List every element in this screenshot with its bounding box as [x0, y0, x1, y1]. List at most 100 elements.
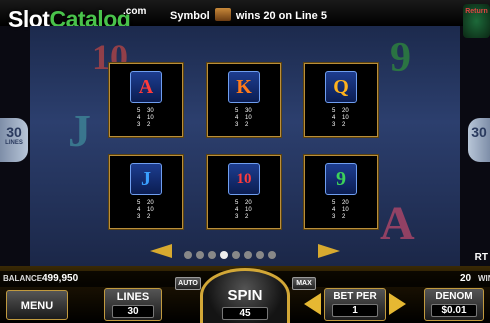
payout-count: 5 — [235, 200, 239, 206]
paytable-payouts: 5 20 4 10 3 2 — [332, 108, 352, 129]
page-dot[interactable] — [256, 251, 264, 259]
payout-row: 32 — [332, 122, 352, 129]
payout-amount: 20 — [342, 200, 349, 206]
max-button[interactable]: MAX — [292, 277, 316, 290]
paytable-panel: J 5 20 4 10 3 2 — [109, 155, 183, 229]
paytable-symbol-icon: J — [130, 163, 162, 195]
bet-increase-arrow-icon[interactable] — [389, 293, 406, 315]
payout-amount: 30 — [147, 108, 154, 114]
payout-amount: 2 — [245, 214, 249, 220]
payout-amount: 10 — [245, 115, 252, 121]
payout-amount: 20 — [147, 200, 154, 206]
balance-label: BALANCE — [3, 274, 43, 283]
payout-amount: 10 — [342, 207, 349, 213]
page-dot[interactable] — [268, 251, 276, 259]
payout-count: 4 — [235, 115, 239, 121]
lines-indicator-right: 30 — [468, 118, 490, 162]
bg-symbol-a: A — [380, 197, 415, 250]
logo-suffix: .com — [123, 6, 147, 17]
page-dot[interactable] — [184, 251, 192, 259]
bet-per-value: 1 — [332, 304, 378, 317]
payout-count: 5 — [332, 108, 336, 114]
paytable-panel: Q 5 20 4 10 3 2 — [304, 63, 378, 137]
lines-value: 30 — [112, 305, 154, 318]
payout-row: 32 — [235, 214, 255, 221]
side-right-value: 30 — [471, 124, 487, 140]
payout-amount: 2 — [342, 122, 346, 128]
bet-per-button[interactable]: BET PER 1 — [324, 288, 386, 321]
payout-row: 5 30 — [235, 108, 255, 115]
lines-button[interactable]: LINES 30 — [104, 288, 162, 321]
bet-decrease-arrow-icon[interactable] — [304, 293, 321, 315]
denom-label: DENOM — [435, 291, 473, 302]
payout-count: 5 — [235, 108, 239, 114]
payout-row: 32 — [137, 122, 157, 129]
denom-button[interactable]: DENOM $0.01 — [424, 288, 484, 321]
page-dot[interactable] — [244, 251, 252, 259]
paytable-symbol-icon: K — [228, 71, 260, 103]
payout-row: 4 10 — [137, 207, 157, 214]
payout-count: 3 — [332, 214, 336, 220]
menu-button[interactable]: MENU — [6, 290, 68, 320]
side-lines-value: 30 — [6, 124, 22, 140]
paytable-symbol-icon: 10 — [228, 163, 260, 195]
payout-count: 4 — [137, 115, 141, 121]
prev-page-arrow-icon[interactable] — [150, 244, 172, 258]
payout-row: 5 20 — [235, 200, 255, 207]
page-dot[interactable] — [208, 251, 216, 259]
spin-bet-value: 45 — [222, 307, 268, 320]
wolf-symbol-icon — [214, 8, 231, 21]
denom-value: $0.01 — [431, 304, 477, 317]
payout-row: 4 10 — [235, 115, 255, 122]
payout-count: 5 — [332, 200, 336, 206]
payout-count: 3 — [235, 122, 239, 128]
corner-logo-text: Return — [465, 8, 488, 15]
payout-count: 4 — [137, 207, 141, 213]
right-edge-text: RT — [474, 252, 488, 263]
spin-button[interactable]: SPIN 45 — [200, 268, 290, 323]
win-suffix: wins 20 on Line 5 — [235, 10, 327, 22]
payout-count: 5 — [137, 108, 141, 114]
auto-button[interactable]: AUTO — [175, 277, 201, 290]
page-dot[interactable] — [196, 251, 204, 259]
paytable-panel: K 5 30 4 10 3 2 — [207, 63, 281, 137]
payout-row: 5 30 — [137, 108, 157, 115]
win-value: 20 — [460, 273, 472, 284]
paytable-symbol-icon: A — [130, 71, 162, 103]
spin-label: SPIN — [227, 287, 263, 304]
payout-amount: 30 — [245, 108, 252, 114]
reels-area: 10 J 9 A — [30, 26, 460, 266]
paytable-payouts: 5 20 4 10 3 2 — [137, 200, 157, 221]
payout-row: 32 — [332, 214, 352, 221]
paytable-panel: 9 5 20 4 10 3 2 — [304, 155, 378, 229]
payout-row: 32 — [235, 122, 255, 129]
win-message: Symbol wins 20 on Line 5 — [170, 8, 327, 22]
payout-row: 32 — [137, 214, 157, 221]
payout-row: 4 10 — [235, 207, 255, 214]
lines-indicator-left: 30 LINES — [0, 118, 28, 162]
payout-amount: 10 — [147, 115, 154, 121]
payout-amount: 10 — [147, 207, 154, 213]
payout-amount: 2 — [147, 122, 151, 128]
payout-count: 3 — [332, 122, 336, 128]
bet-per-label: BET PER — [333, 291, 377, 302]
payout-row: 5 20 — [137, 200, 157, 207]
paytable-payouts: 5 30 4 10 3 2 — [235, 108, 255, 129]
paytable-payouts: 5 20 4 10 3 2 — [235, 200, 255, 221]
payout-row: 4 10 — [137, 115, 157, 122]
paytable-payouts: 5 30 4 10 3 2 — [137, 108, 157, 129]
page-dot[interactable] — [220, 251, 228, 259]
page-dot[interactable] — [232, 251, 240, 259]
payout-amount: 20 — [245, 200, 252, 206]
payout-row: 5 20 — [332, 200, 352, 207]
payout-amount: 2 — [342, 214, 346, 220]
corner-game-logo: Return — [463, 4, 490, 38]
page-dots — [182, 246, 278, 264]
payout-row: 5 20 — [332, 108, 352, 115]
next-page-arrow-icon[interactable] — [318, 244, 340, 258]
bg-symbol-nine: 9 — [390, 35, 411, 81]
paytable-panel: A 5 30 4 10 3 2 — [109, 63, 183, 137]
payout-count: 4 — [235, 207, 239, 213]
payout-row: 4 10 — [332, 207, 352, 214]
win-label: WIN — [478, 274, 490, 283]
